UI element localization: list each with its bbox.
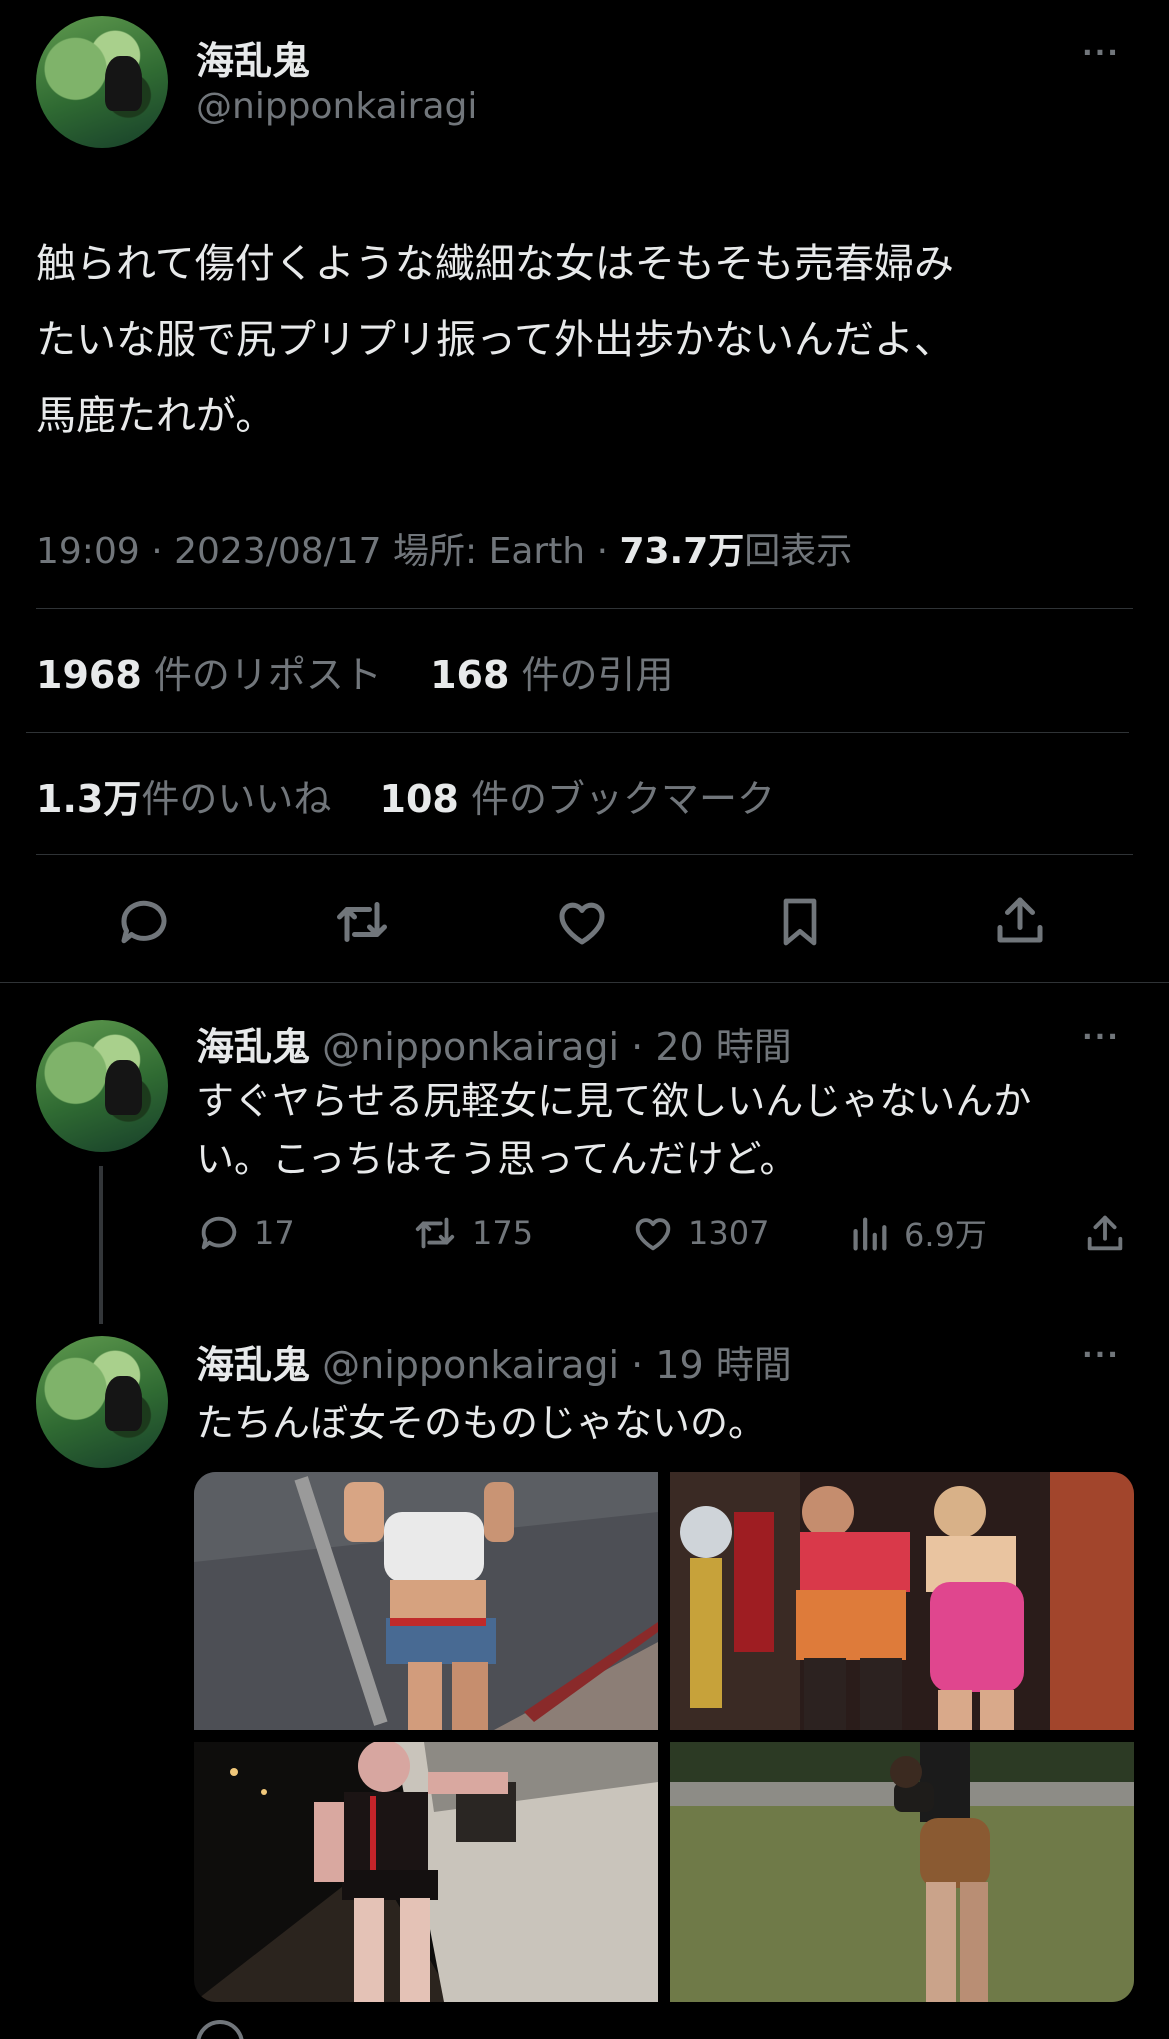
reply-text: すぐヤらせる尻軽女に見て欲しいんじゃないんか い。こっちはそう思ってんだけど。: [196, 1072, 1031, 1188]
thread-line: [99, 1166, 103, 1324]
display-name[interactable]: 海乱鬼: [196, 1025, 310, 1069]
bookmarks-count: 108: [379, 777, 459, 821]
views-button[interactable]: 6.9万: [846, 1210, 987, 1256]
avatar[interactable]: [36, 1020, 168, 1152]
timestamp[interactable]: 19:09 · 2023/08/17 場所: Earth ·: [36, 531, 619, 572]
media-photo[interactable]: [670, 1742, 1134, 2002]
divider: [0, 982, 1169, 983]
share-icon: [1082, 1210, 1128, 1256]
display-name[interactable]: 海乱鬼: [196, 30, 310, 85]
handle-time[interactable]: @nipponkairagi · 20 時間: [322, 1025, 792, 1069]
reposts-label: 件のリポスト: [153, 653, 382, 697]
repost-button[interactable]: 175: [410, 1210, 533, 1256]
like-icon[interactable]: [552, 892, 612, 952]
display-name[interactable]: 海乱鬼: [196, 1343, 310, 1387]
likes-label: 件のいいね: [141, 777, 332, 821]
share-button[interactable]: [1082, 1210, 1128, 1256]
likes-link[interactable]: 1.3万件のいいね: [36, 777, 331, 821]
reply-icon[interactable]: [114, 892, 174, 952]
reply-actions: 17 175 1307 6.9万: [196, 1210, 1132, 1258]
avatar[interactable]: [36, 16, 168, 148]
media-grid: [194, 1472, 1134, 2002]
reposts-link[interactable]: 1968 件のリポスト: [36, 653, 382, 697]
share-icon[interactable]: [990, 890, 1050, 950]
views-icon: [846, 1210, 892, 1256]
quotes-count: 168: [430, 653, 510, 697]
likes-count: 1.3万: [36, 777, 142, 821]
views-count: 73.7万: [619, 531, 745, 572]
reply-text-line: すぐヤらせる尻軽女に見て欲しいんじゃないんか: [196, 1079, 1032, 1123]
bookmarks-link[interactable]: 108 件のブックマーク: [380, 777, 775, 821]
reply-header: 海乱鬼 @nipponkairagi · 20 時間: [196, 1016, 792, 1071]
like-icon: [630, 1210, 676, 1256]
avatar[interactable]: [36, 1336, 168, 1468]
bookmarks-label: 件のブックマーク: [470, 777, 775, 821]
engagement-row-1: 1968 件のリポスト 168 件の引用: [36, 644, 674, 699]
reply-count: 17: [254, 1214, 295, 1252]
views-count: 6.9万: [904, 1216, 987, 1254]
divider: [36, 608, 1133, 609]
tweet-meta: 19:09 · 2023/08/17 場所: Earth · 73.7万回表示: [36, 522, 852, 574]
reply-icon: [196, 1210, 242, 1256]
next-actions-peek: [196, 2020, 1132, 2039]
repost-count: 175: [472, 1214, 534, 1252]
reply-header: 海乱鬼 @nipponkairagi · 19 時間: [196, 1334, 792, 1389]
quotes-link[interactable]: 168 件の引用: [430, 653, 673, 697]
bookmark-icon[interactable]: [772, 892, 828, 952]
like-button[interactable]: 1307: [630, 1210, 769, 1256]
views-label: 回表示: [744, 531, 853, 572]
handle-time[interactable]: @nipponkairagi · 19 時間: [322, 1343, 792, 1387]
media-photo[interactable]: [194, 1742, 658, 2002]
divider: [36, 854, 1133, 855]
reposts-count: 1968: [36, 653, 142, 697]
tweet-text-line: たいな服で尻プリプリ振って外出歩かないんだよ、: [36, 317, 954, 363]
more-icon[interactable]: ···: [1082, 36, 1120, 69]
quotes-label: 件の引用: [521, 653, 674, 697]
media-photo[interactable]: [670, 1472, 1134, 1730]
divider: [26, 732, 1129, 733]
reply-text: たちんぼ女そのものじゃないの。: [196, 1401, 767, 1445]
handle[interactable]: @nipponkairagi: [196, 86, 477, 127]
repost-icon[interactable]: [330, 892, 394, 952]
reply-text-line: い。こっちはそう思ってんだけど。: [196, 1137, 798, 1181]
repost-icon: [410, 1210, 460, 1256]
like-count: 1307: [688, 1214, 770, 1252]
more-icon[interactable]: ···: [1082, 1020, 1120, 1053]
reply-button[interactable]: 17: [196, 1210, 295, 1256]
tweet-text: 触られて傷付くような繊細な女はそもそも売春婦み たいな服で尻プリプリ振って外出歩…: [36, 226, 954, 454]
more-icon[interactable]: ···: [1082, 1338, 1120, 1371]
tweet-text-line: 触られて傷付くような繊細な女はそもそも売春婦み: [36, 241, 954, 287]
media-photo[interactable]: [194, 1472, 658, 1730]
tweet-text-line: 馬鹿たれが。: [36, 393, 276, 439]
engagement-row-2: 1.3万件のいいね 108 件のブックマーク: [36, 768, 775, 823]
